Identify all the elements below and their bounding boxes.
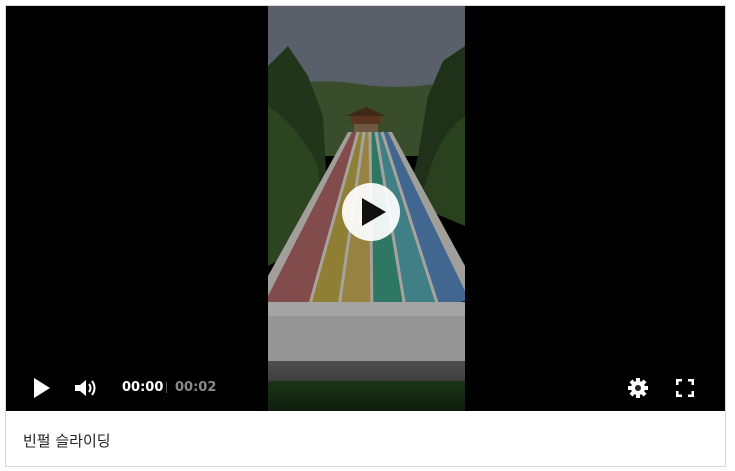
- volume-button[interactable]: [74, 376, 98, 400]
- fullscreen-button[interactable]: [673, 376, 697, 400]
- caption-text: 빈펄 슬라이딩: [23, 432, 111, 450]
- current-time: 00:00: [122, 380, 164, 395]
- volume-icon: [75, 380, 96, 396]
- total-duration: 00:02: [175, 380, 217, 395]
- time-divider: [166, 382, 167, 393]
- play-button[interactable]: [30, 376, 54, 400]
- big-play-icon: [361, 198, 386, 226]
- video-caption: 빈펄 슬라이딩: [6, 411, 725, 466]
- gear-icon: [628, 378, 648, 398]
- video-player[interactable]: 00:00 00:02: [6, 6, 725, 411]
- settings-button[interactable]: [626, 376, 650, 400]
- control-bar: 00:00 00:02: [6, 365, 725, 411]
- fullscreen-icon: [676, 379, 694, 397]
- big-play-button[interactable]: [342, 183, 400, 241]
- play-icon: [34, 378, 50, 398]
- video-card: 00:00 00:02 빈펄 슬라이딩: [5, 5, 726, 467]
